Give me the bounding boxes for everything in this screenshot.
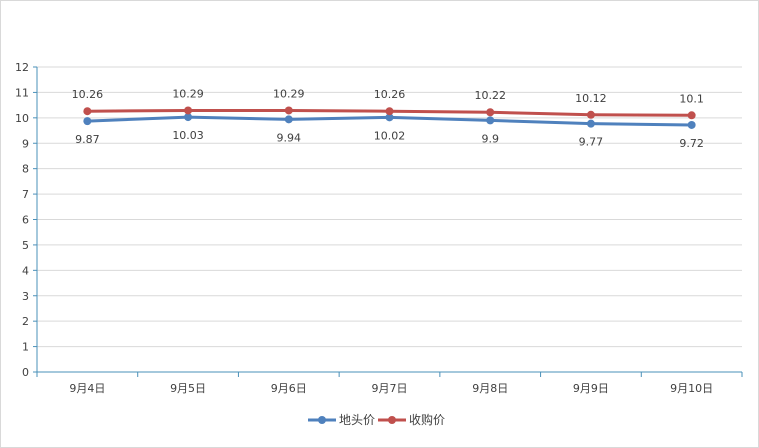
y-tick-label: 5 xyxy=(22,239,29,252)
y-tick-label: 7 xyxy=(22,188,29,201)
y-tick-label: 0 xyxy=(22,366,29,379)
data-label: 9.72 xyxy=(679,137,704,150)
data-label: 10.29 xyxy=(172,87,204,100)
legend-swatch-marker xyxy=(318,416,326,424)
y-tick-label: 10 xyxy=(15,112,29,125)
data-label: 9.87 xyxy=(75,133,100,146)
data-label: 10.26 xyxy=(374,88,406,101)
data-point xyxy=(284,106,293,115)
x-tick-label: 9月7日 xyxy=(372,382,408,395)
line-chart: 01234567891011129月4日 9月5日 9月6日 9月7日 9月8日 9月9日… xyxy=(15,61,743,427)
y-tick-label: 3 xyxy=(22,290,29,303)
x-tick-label: 9月9日 xyxy=(573,382,609,395)
data-label: 10.22 xyxy=(474,89,506,102)
chart-frame: 0 1 2 3 4 5 6 7 8 9 10 11 12 9月4日 9月5日 9月6日 9月7日 9月8日 9月9日… xyxy=(0,0,759,448)
data-label: 10.26 xyxy=(72,88,104,101)
data-label: 10.12 xyxy=(575,92,607,105)
data-point xyxy=(284,115,293,124)
data-label: 10.03 xyxy=(172,129,204,142)
data-point xyxy=(486,108,495,117)
y-tick-label: 9 xyxy=(22,137,29,150)
y-tick-label: 8 xyxy=(22,163,29,176)
x-tick-label: 9月8日 xyxy=(472,382,508,395)
data-point xyxy=(83,117,92,126)
x-tick-label: 9月4日 xyxy=(69,382,105,395)
data-label: 9.9 xyxy=(481,132,499,145)
y-tick-label: 6 xyxy=(22,214,29,227)
y-tick-label: 11 xyxy=(15,86,29,99)
data-point xyxy=(586,119,595,128)
data-point xyxy=(687,111,696,120)
data-point xyxy=(83,107,92,116)
x-tick-label: 9月10日 xyxy=(670,382,713,395)
legend-label: 收购价 xyxy=(409,412,445,427)
data-label: 10.02 xyxy=(374,129,406,142)
data-point xyxy=(687,120,696,129)
legend-label: 地头价 xyxy=(339,413,375,427)
data-label: 9.94 xyxy=(277,131,302,144)
x-tick-label: 9月6日 xyxy=(271,382,307,395)
legend-swatch-marker xyxy=(388,416,396,424)
data-point xyxy=(184,106,193,115)
y-tick-label: 1 xyxy=(22,341,29,354)
legend: 地头价 收购价 xyxy=(308,412,445,427)
x-tick-label: 9月5日 xyxy=(170,382,206,395)
data-point xyxy=(486,116,495,125)
data-label: 10.1 xyxy=(679,92,704,105)
y-tick-label: 12 xyxy=(15,61,29,74)
data-label: 10.29 xyxy=(273,87,305,100)
data-point xyxy=(385,107,394,116)
data-point xyxy=(586,110,595,119)
data-label: 9.77 xyxy=(579,136,604,149)
y-tick-label: 4 xyxy=(22,264,29,277)
y-tick-label: 2 xyxy=(22,315,29,328)
